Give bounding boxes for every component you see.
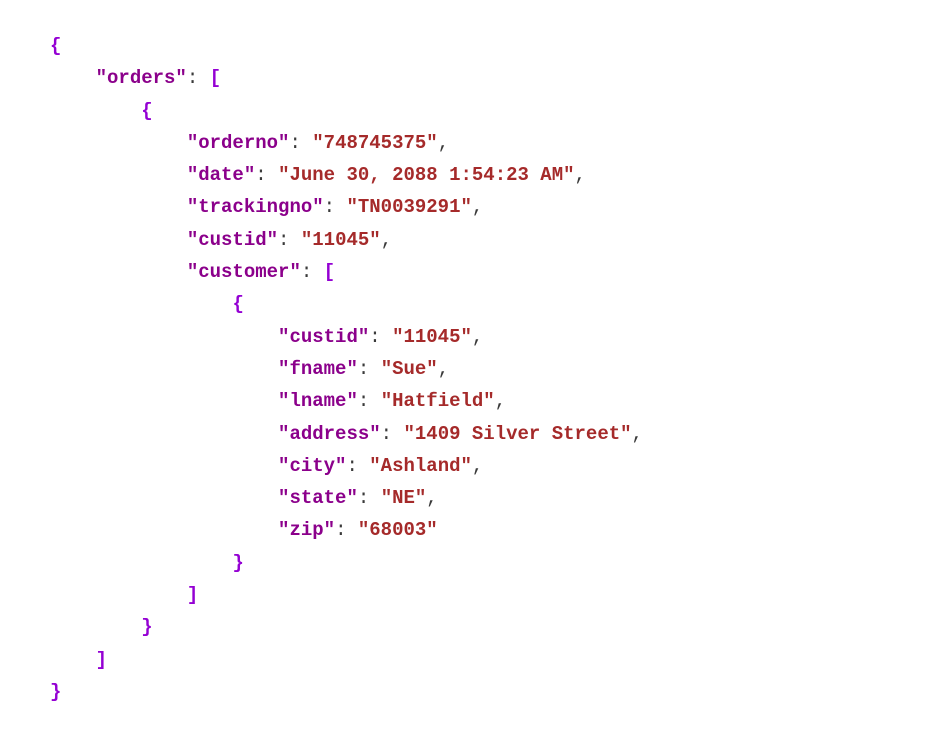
json-key: "orders" [96,67,187,89]
code-line: } [50,547,894,579]
json-key: "address" [278,423,381,445]
code-line: "custid": "11045", [50,224,894,256]
json-string: "1409 Silver Street" [403,423,631,445]
json-key: "custid" [187,229,278,251]
code-line: { [50,288,894,320]
json-string: "NE" [381,487,427,509]
code-line: "address": "1409 Silver Street", [50,418,894,450]
json-string: "Ashland" [369,455,472,477]
code-line: } [50,676,894,708]
json-string: "748745375" [312,132,437,154]
json-key: "lname" [278,390,358,412]
code-line: "customer": [ [50,256,894,288]
code-line: "orders": [ [50,62,894,94]
code-line: "fname": "Sue", [50,353,894,385]
code-line: { [50,95,894,127]
code-line: "custid": "11045", [50,321,894,353]
code-line: "lname": "Hatfield", [50,385,894,417]
json-key: "city" [278,455,346,477]
json-string: "11045" [301,229,381,251]
json-string: "TN0039291" [346,196,471,218]
code-line: "state": "NE", [50,482,894,514]
json-key: "customer" [187,261,301,283]
json-string: "68003" [358,519,438,541]
code-line: "trackingno": "TN0039291", [50,191,894,223]
code-line: "city": "Ashland", [50,450,894,482]
code-line: } [50,611,894,643]
json-key: "date" [187,164,255,186]
json-string: "Hatfield" [381,390,495,412]
code-line: ] [50,579,894,611]
json-key: "state" [278,487,358,509]
json-string: "Sue" [381,358,438,380]
code-line: "orderno": "748745375", [50,127,894,159]
json-key: "trackingno" [187,196,324,218]
code-block: { "orders": [ { "orderno": "748745375", … [50,30,894,708]
json-key: "custid" [278,326,369,348]
code-line: ] [50,644,894,676]
code-line: "zip": "68003" [50,514,894,546]
json-key: "zip" [278,519,335,541]
json-key: "orderno" [187,132,290,154]
code-line: { [50,30,894,62]
json-string: "June 30, 2088 1:54:23 AM" [278,164,574,186]
code-line: "date": "June 30, 2088 1:54:23 AM", [50,159,894,191]
json-key: "fname" [278,358,358,380]
json-string: "11045" [392,326,472,348]
